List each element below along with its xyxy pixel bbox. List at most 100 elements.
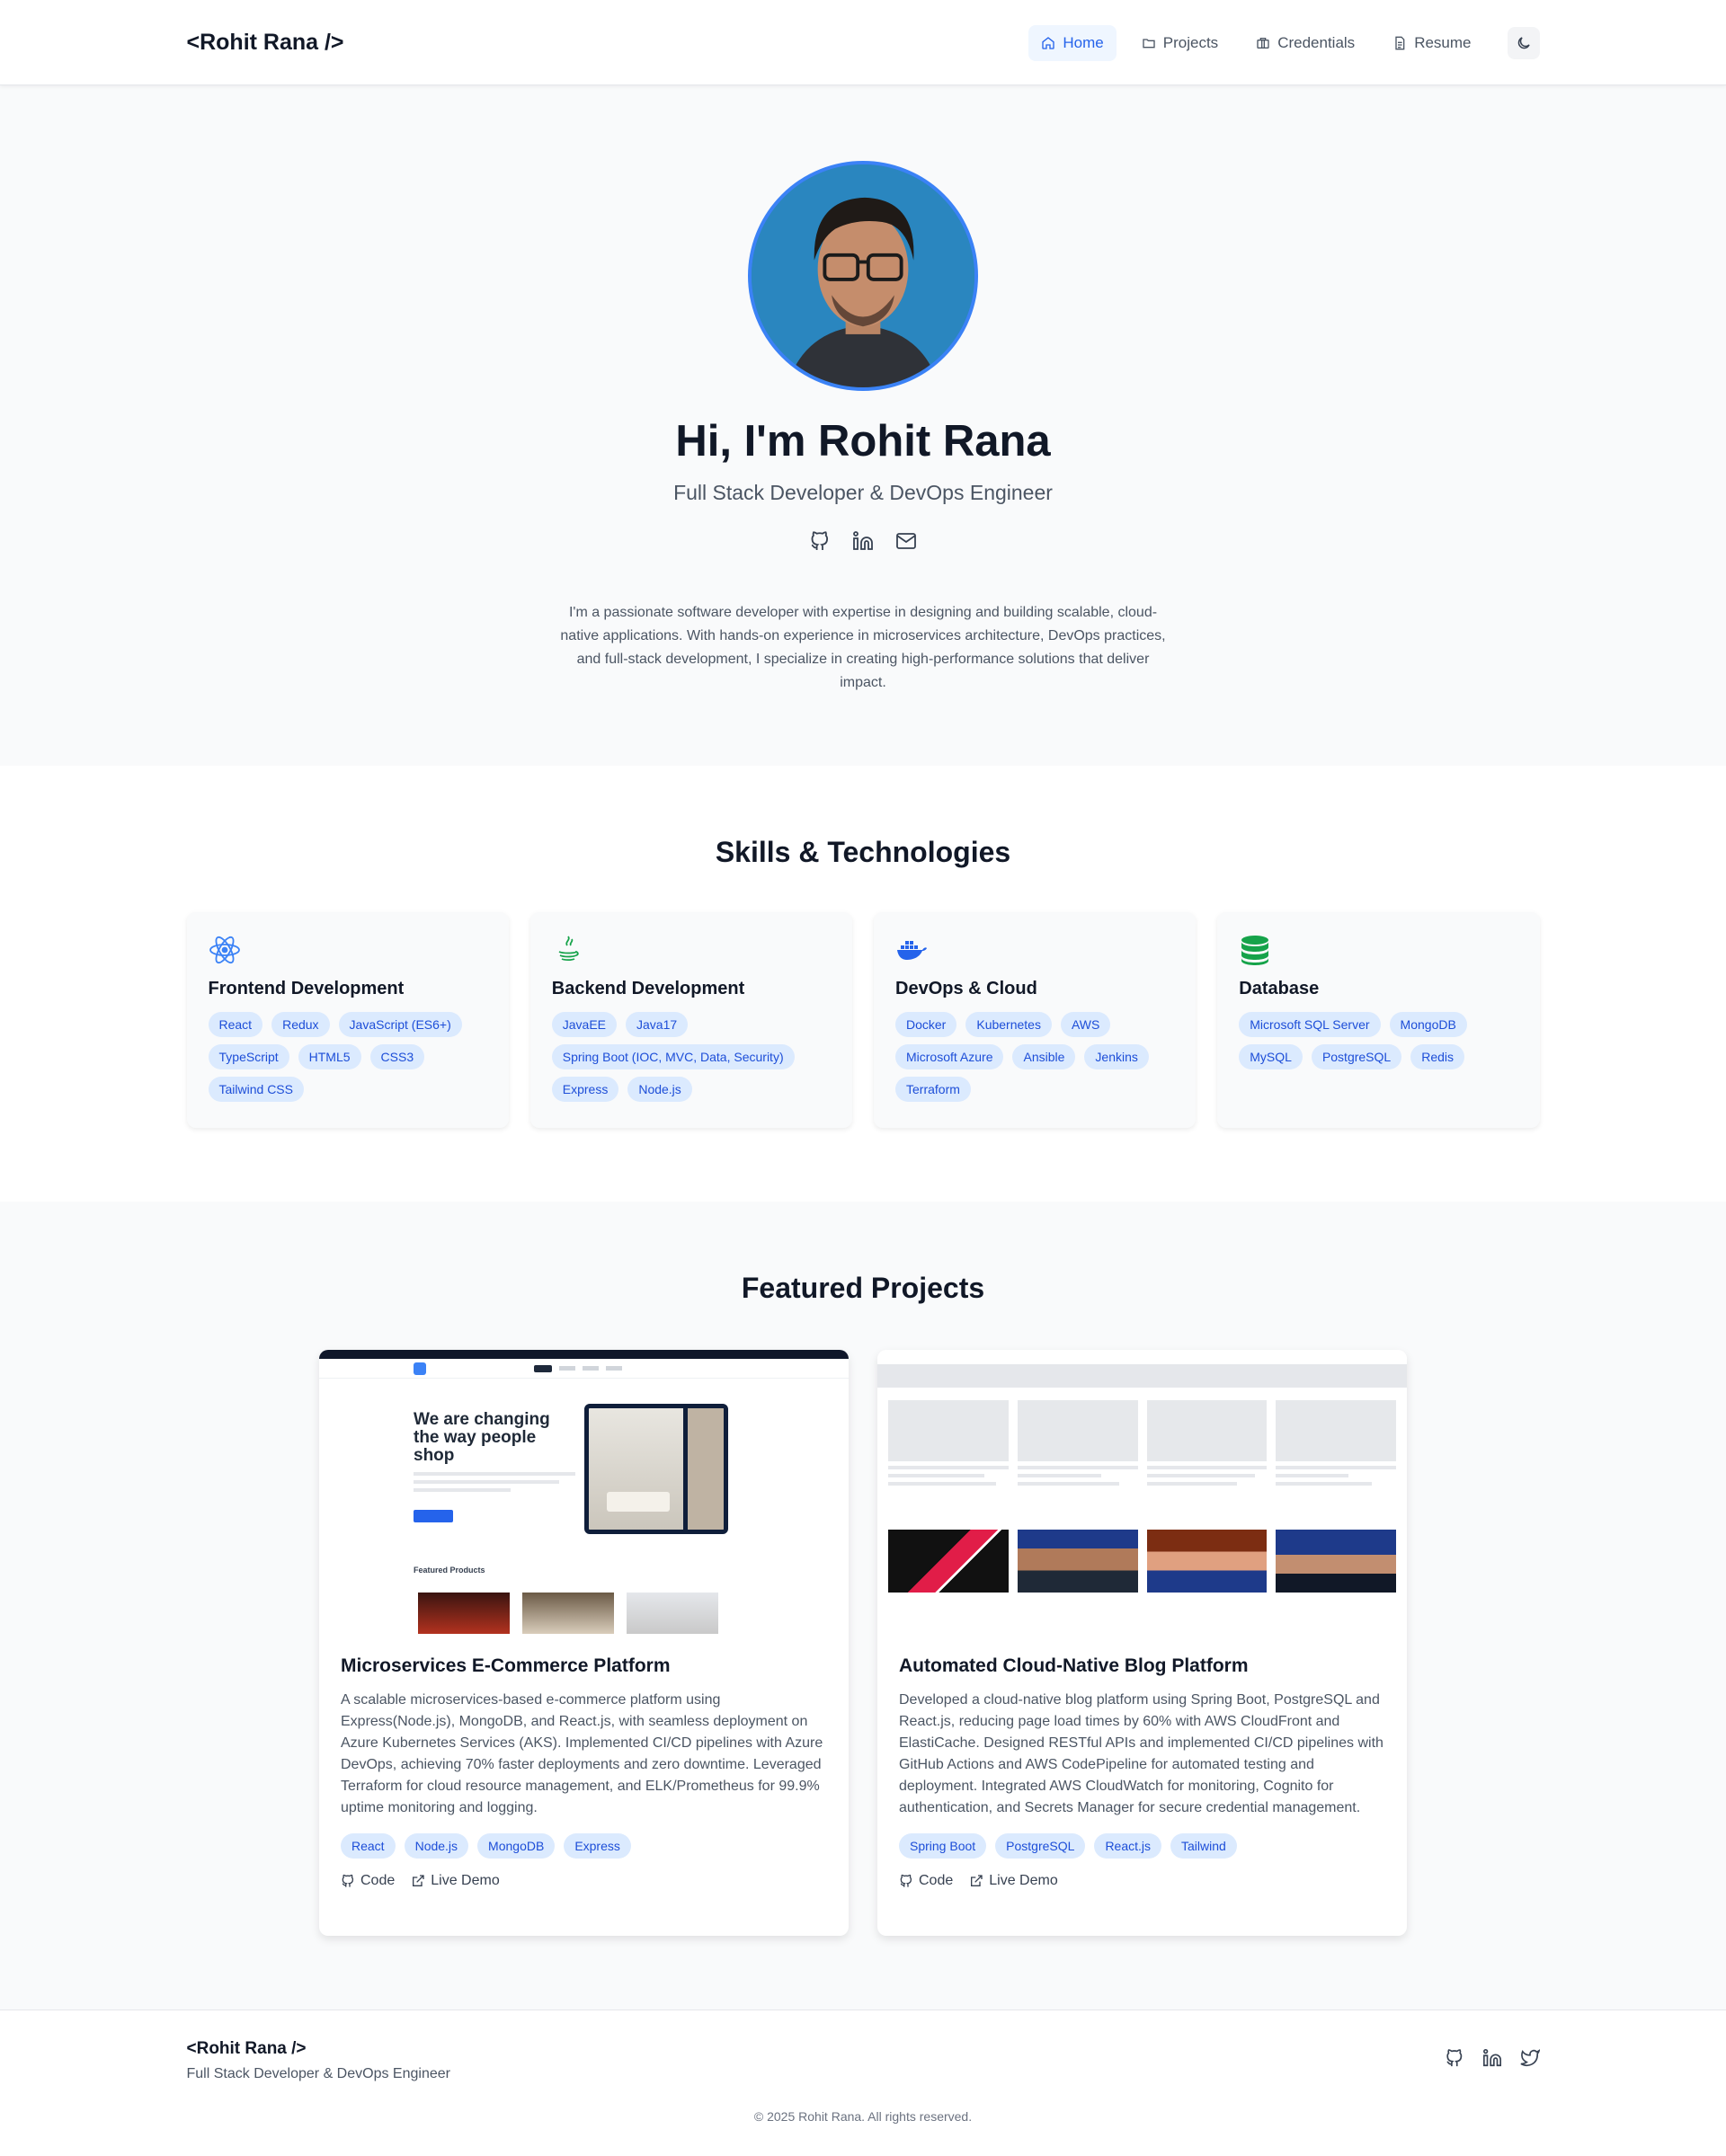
skills-grid: Frontend Development React Redux JavaScr… xyxy=(186,912,1540,1128)
hero-subtitle: Full Stack Developer & DevOps Engineer xyxy=(673,481,1053,504)
github-icon xyxy=(342,1874,354,1887)
code-link[interactable]: Code xyxy=(899,1873,953,1889)
java-icon xyxy=(558,936,579,962)
project-tags: Spring Boot PostgreSQL React.js Tailwind xyxy=(899,1833,1385,1859)
projects-section: Featured Projects We are changing the wa… xyxy=(0,1202,1726,2010)
react-icon xyxy=(209,936,240,964)
nav-projects[interactable]: Projects xyxy=(1129,25,1231,61)
hero-bio: I'm a passionate software developer with… xyxy=(560,605,1166,690)
skill-tag: Java17 xyxy=(626,1012,689,1037)
project-links: Code Live Demo xyxy=(341,1873,827,1889)
folder-icon xyxy=(1143,38,1155,48)
skill-card-title: Frontend Development xyxy=(208,979,405,998)
skill-tag: Docker xyxy=(895,1012,957,1037)
project-screenshot xyxy=(877,1350,1407,1634)
external-link-icon xyxy=(413,1875,424,1886)
project-title: Microservices E-Commerce Platform xyxy=(341,1655,671,1676)
brand-logo[interactable]: <Rohit Rana /> xyxy=(187,30,344,56)
nav-home[interactable]: Home xyxy=(1028,24,1117,61)
project-card-blog: Automated Cloud-Native Blog Platform Dev… xyxy=(877,1350,1407,1936)
live-demo-label: Live Demo xyxy=(431,1873,500,1888)
moon-icon xyxy=(1517,36,1530,49)
live-demo-link[interactable]: Live Demo xyxy=(411,1873,500,1889)
project-description: Developed a cloud-native blog platform u… xyxy=(899,1692,1383,1815)
nav-resume[interactable]: Resume xyxy=(1380,25,1483,61)
skill-tag: Terraform xyxy=(895,1077,971,1102)
briefcase-icon xyxy=(1257,37,1269,49)
skill-tag: CSS3 xyxy=(369,1044,425,1069)
screenshot-section-title: Featured Products xyxy=(414,1566,485,1575)
footer-brand: <Rohit Rana /> xyxy=(186,2039,307,2058)
skill-tag: Microsoft Azure xyxy=(895,1044,1004,1069)
skill-card-title: DevOps & Cloud xyxy=(895,979,1037,998)
projects-grid: We are changing the way people shop Feat… xyxy=(319,1350,1407,1936)
theme-toggle-button[interactable] xyxy=(1507,26,1540,59)
skill-tag: PostgreSQL xyxy=(1311,1044,1402,1069)
home-icon xyxy=(1042,36,1055,49)
skill-tag: React xyxy=(208,1012,263,1037)
nav-home-label: Home xyxy=(1063,33,1104,51)
skill-tags: Docker Kubernetes AWS Microsoft Azure An… xyxy=(895,1012,1174,1102)
hero-social-links xyxy=(0,530,1726,552)
file-icon xyxy=(1395,36,1405,49)
skill-tags: React Redux JavaScript (ES6+) TypeScript… xyxy=(208,1012,487,1102)
skill-tag: MongoDB xyxy=(1389,1012,1467,1037)
skill-tag: AWS xyxy=(1060,1012,1111,1037)
profile-photo xyxy=(752,164,974,387)
skill-tag: Microsoft SQL Server xyxy=(1239,1012,1381,1037)
profile-avatar xyxy=(748,161,978,391)
skill-tag: Ansible xyxy=(1012,1044,1076,1069)
linkedin-icon[interactable] xyxy=(852,530,874,552)
skill-card-title: Database xyxy=(1239,979,1320,998)
screenshot-hero-title: We are changing the way people shop xyxy=(414,1410,550,1465)
github-icon xyxy=(900,1874,912,1887)
twitter-icon[interactable] xyxy=(1520,2048,1540,2068)
database-icon xyxy=(1241,936,1269,965)
skill-card-frontend: Frontend Development React Redux JavaScr… xyxy=(186,912,509,1128)
linkedin-icon[interactable] xyxy=(1482,2048,1502,2068)
skill-tag: Jenkins xyxy=(1084,1044,1149,1069)
nav-projects-label: Projects xyxy=(1162,33,1219,51)
skill-card-devops: DevOps & Cloud Docker Kubernetes AWS Mic… xyxy=(874,912,1197,1128)
skill-tag: Redis xyxy=(1410,1044,1464,1069)
skills-title: Skills & Technologies xyxy=(715,836,1011,868)
project-tag: React xyxy=(341,1833,396,1859)
skill-card-title: Backend Development xyxy=(551,979,745,998)
skill-tag: MySQL xyxy=(1239,1044,1303,1069)
code-link-label: Code xyxy=(919,1873,954,1888)
github-icon[interactable] xyxy=(1445,2048,1464,2068)
skill-card-backend: Backend Development JavaEE Java17 Spring… xyxy=(529,912,852,1128)
top-navbar: <Rohit Rana /> Home Projects Credentials… xyxy=(0,0,1726,85)
code-link-label: Code xyxy=(360,1873,396,1888)
live-demo-label: Live Demo xyxy=(989,1873,1058,1888)
skill-tag: TypeScript xyxy=(208,1044,289,1069)
github-icon[interactable] xyxy=(809,530,831,552)
skill-card-database: Database Microsoft SQL Server MongoDB My… xyxy=(1217,912,1540,1128)
hero-greeting: Hi, I'm Rohit Rana xyxy=(675,417,1051,466)
skill-tags: JavaEE Java17 Spring Boot (IOC, MVC, Dat… xyxy=(551,1012,831,1102)
footer: <Rohit Rana /> Full Stack Developer & De… xyxy=(0,2010,1726,2156)
project-links: Code Live Demo xyxy=(899,1873,1385,1889)
project-tag: React.js xyxy=(1094,1833,1162,1859)
nav-credentials-label: Credentials xyxy=(1277,33,1356,51)
skill-tag: Redux xyxy=(271,1012,330,1037)
project-tag: PostgreSQL xyxy=(995,1833,1086,1859)
skills-section: Skills & Technologies Frontend Developme… xyxy=(0,766,1726,1202)
mail-icon[interactable] xyxy=(895,530,917,552)
project-screenshot: We are changing the way people shop Feat… xyxy=(319,1350,849,1634)
skill-tag: Express xyxy=(551,1077,619,1102)
project-tags: React Node.js MongoDB Express xyxy=(341,1833,827,1859)
skill-tag: Node.js xyxy=(627,1077,692,1102)
skill-tag: Tailwind CSS xyxy=(208,1077,304,1102)
nav-credentials[interactable]: Credentials xyxy=(1243,25,1367,61)
skill-tag: Kubernetes xyxy=(965,1012,1052,1037)
projects-title: Featured Projects xyxy=(741,1272,985,1304)
code-link[interactable]: Code xyxy=(341,1873,395,1889)
skill-tags: Microsoft SQL Server MongoDB MySQL Postg… xyxy=(1239,1012,1517,1069)
project-tag: Tailwind xyxy=(1170,1833,1237,1859)
nav-links: Home Projects Credentials Resume xyxy=(1028,24,1540,61)
skill-tag: Spring Boot (IOC, MVC, Data, Security) xyxy=(551,1044,795,1069)
project-description: A scalable microservices-based e-commerc… xyxy=(341,1692,823,1815)
live-demo-link[interactable]: Live Demo xyxy=(969,1873,1058,1889)
skill-tag: JavaScript (ES6+) xyxy=(338,1012,462,1037)
